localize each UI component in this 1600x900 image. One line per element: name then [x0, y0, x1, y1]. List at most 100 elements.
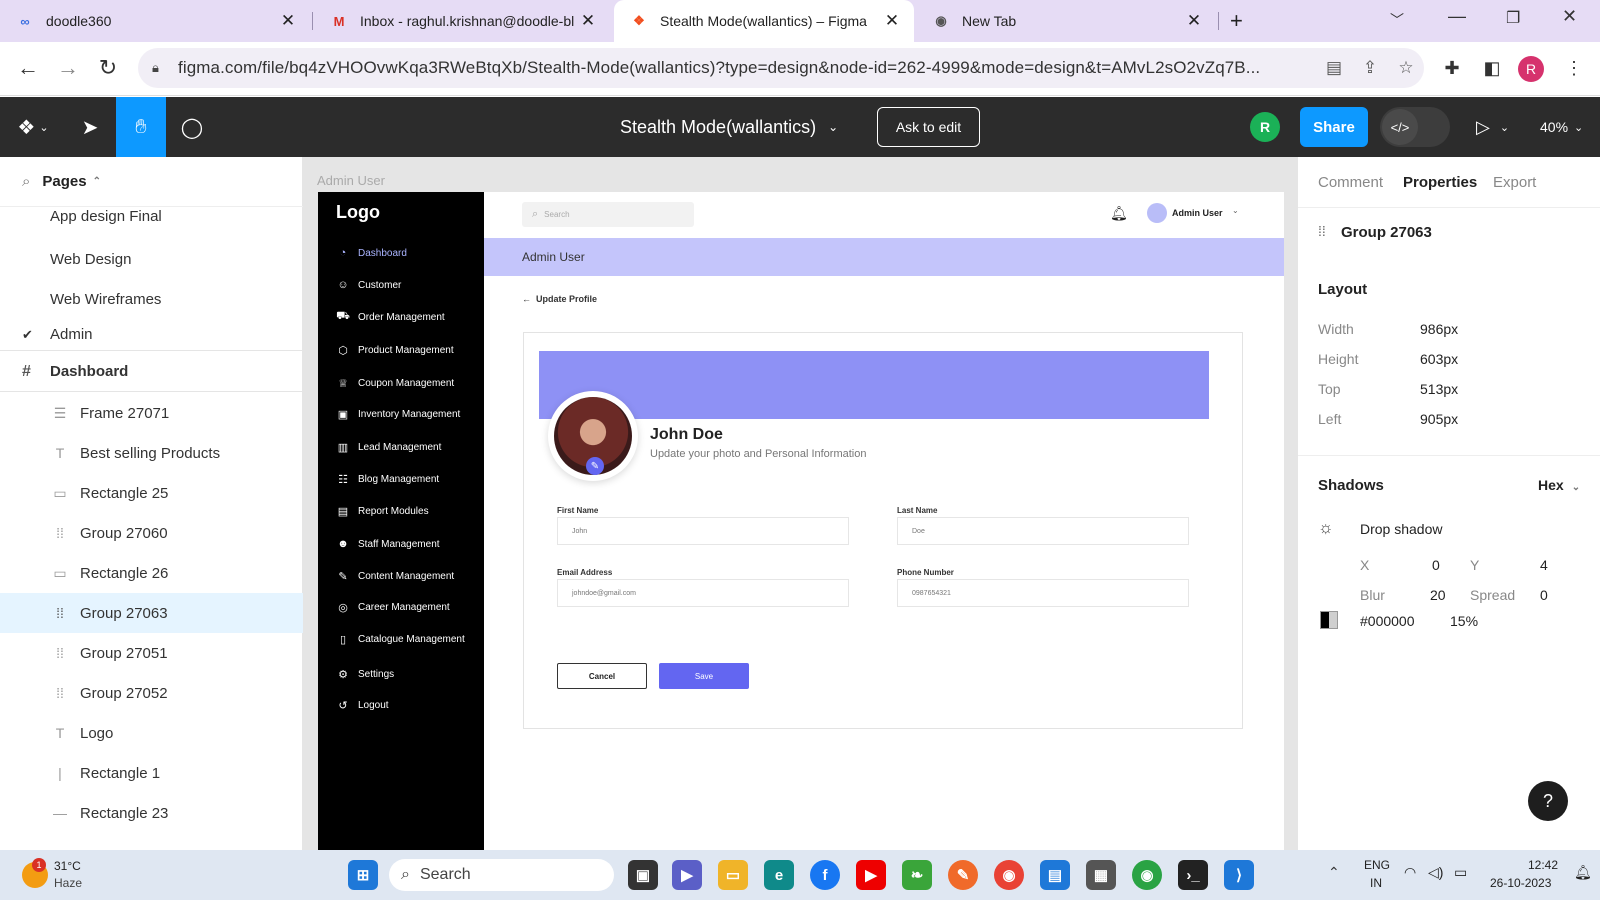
- layer-item[interactable]: ▭ Rectangle 25: [0, 473, 303, 513]
- chevron-down-icon[interactable]: ⌄: [1232, 206, 1239, 215]
- left-value[interactable]: 905px: [1420, 411, 1458, 427]
- nav-inventory-management[interactable]: ▣ Inventory Management: [336, 404, 460, 424]
- shadow-color-hex[interactable]: #000000: [1360, 613, 1415, 629]
- sun-shadow-icon[interactable]: ☼: [1318, 518, 1334, 538]
- layer-item[interactable]: ▭ Rectangle 26: [0, 553, 303, 593]
- file-explorer-icon[interactable]: ▭: [718, 860, 748, 890]
- url-field[interactable]: 🔒︎ figma.com/file/bq4zVHOOvwKqa3RWeBtqXb…: [138, 48, 1424, 88]
- clock-date[interactable]: 26-10-2023: [1490, 876, 1551, 890]
- window-close-button[interactable]: ✕: [1562, 6, 1577, 27]
- language[interactable]: ENG: [1364, 858, 1390, 872]
- layer-item[interactable]: ⁞⁞ Group 27060: [0, 513, 303, 553]
- windows-start-icon[interactable]: ⊞: [348, 860, 378, 890]
- last-name-field[interactable]: Doe: [897, 517, 1189, 545]
- volume-icon[interactable]: ◁): [1428, 864, 1443, 881]
- admin-user-frame[interactable]: Logo ◔ Dashboard ☺ Customer ⛟ Order Managem…: [318, 192, 1284, 850]
- shadow-spread-value[interactable]: 0: [1540, 587, 1548, 603]
- hand-tool-icon[interactable]: ✋︎: [116, 97, 166, 157]
- layer-item[interactable]: ⁞⁞ Group 27051: [0, 633, 303, 673]
- taskbar-search[interactable]: ⌕ Search: [389, 859, 614, 891]
- extensions-puzzle-icon[interactable]: ✚: [1434, 50, 1470, 86]
- tab-doodle360[interactable]: ∞ doodle360 ✕: [0, 0, 310, 42]
- nav-settings[interactable]: ⚙ Settings: [336, 664, 394, 684]
- shadow-x-value[interactable]: 0: [1432, 557, 1440, 573]
- weather-condition[interactable]: Haze: [54, 876, 82, 890]
- nav-logout[interactable]: ↺ Logout: [336, 695, 388, 715]
- tab-new-tab[interactable]: ◉ New Tab ✕: [916, 0, 1216, 42]
- shadow-y-value[interactable]: 4: [1540, 557, 1548, 573]
- present-button[interactable]: ▷ ⌄: [1476, 97, 1509, 157]
- app-leaf-icon[interactable]: ❧: [902, 860, 932, 890]
- save-button[interactable]: Save: [659, 663, 749, 689]
- tab-properties[interactable]: Properties: [1403, 157, 1477, 207]
- shadow-type[interactable]: Drop shadow: [1360, 521, 1443, 537]
- nav-order-management[interactable]: ⛟ Order Management: [336, 307, 445, 327]
- tab-export[interactable]: Export: [1493, 157, 1536, 207]
- nav-coupon-management[interactable]: ♕ Coupon Management: [336, 373, 454, 393]
- side-panel-icon[interactable]: ◧: [1474, 50, 1510, 86]
- forward-button[interactable]: →: [50, 50, 86, 86]
- terminal-icon[interactable]: ›_: [1178, 860, 1208, 890]
- nav-lead-management[interactable]: ▥ Lead Management: [336, 437, 442, 457]
- layer-item[interactable]: T Logo: [0, 713, 303, 753]
- help-button[interactable]: ?: [1528, 781, 1568, 821]
- file-title[interactable]: Stealth Mode(wallantics) ⌄: [620, 97, 838, 157]
- page-item[interactable]: Web Design: [0, 239, 303, 279]
- tab-gmail[interactable]: M Inbox - raghul.krishnan@doodle-bl ✕: [314, 0, 610, 42]
- browser-menu-icon[interactable]: ⋮: [1556, 50, 1592, 86]
- nav-blog-management[interactable]: ☷ Blog Management: [336, 469, 439, 489]
- color-swatch[interactable]: [1320, 611, 1338, 629]
- battery-icon[interactable]: ▭: [1454, 864, 1467, 881]
- zoom-dropdown[interactable]: 40% ⌄: [1540, 97, 1583, 157]
- restore-button[interactable]: ❐: [1506, 8, 1520, 28]
- calculator-icon[interactable]: ▦: [1086, 860, 1116, 890]
- tab-comment[interactable]: Comment: [1318, 157, 1383, 207]
- notepad-icon[interactable]: ▤: [1040, 860, 1070, 890]
- width-value[interactable]: 986px: [1420, 321, 1458, 337]
- wifi-icon[interactable]: ◠: [1404, 864, 1416, 881]
- teams-icon[interactable]: ▶: [672, 860, 702, 890]
- nav-content-management[interactable]: ✎ Content Management: [336, 566, 454, 586]
- figma-main-menu-icon[interactable]: ❖ ⌄: [8, 97, 58, 157]
- color-mode-dropdown[interactable]: Hex ⌄: [1538, 477, 1580, 493]
- region[interactable]: IN: [1370, 876, 1382, 890]
- chrome-icon[interactable]: ◉: [994, 860, 1024, 890]
- chevron-up-icon[interactable]: ⌃: [1328, 864, 1340, 881]
- page-item[interactable]: App design Final: [0, 199, 303, 233]
- clipboard-icon[interactable]: ▤: [1316, 58, 1352, 78]
- back-button[interactable]: ←: [10, 50, 46, 86]
- user-avatar[interactable]: [1147, 203, 1167, 223]
- height-value[interactable]: 603px: [1420, 351, 1458, 367]
- youtube-icon[interactable]: ▶: [856, 860, 886, 890]
- profile-avatar[interactable]: R: [1518, 56, 1544, 82]
- first-name-field[interactable]: John: [557, 517, 849, 545]
- nav-career-management[interactable]: ◎ Career Management: [336, 597, 450, 617]
- task-view-icon[interactable]: ▣: [628, 860, 658, 890]
- chrome-profile-icon[interactable]: ◉: [1132, 860, 1162, 890]
- new-tab-button[interactable]: +: [1230, 8, 1243, 34]
- layer-item[interactable]: T Best selling Products: [0, 433, 303, 473]
- close-icon[interactable]: ✕: [880, 11, 904, 31]
- frame-label[interactable]: Admin User: [317, 173, 385, 188]
- app-search-input[interactable]: ⌕ Search: [522, 202, 694, 227]
- comment-tool-icon[interactable]: ◯: [170, 97, 214, 157]
- close-icon[interactable]: ✕: [276, 11, 300, 31]
- shadow-opacity[interactable]: 15%: [1450, 613, 1478, 629]
- bookmark-star-icon[interactable]: ☆: [1388, 58, 1424, 78]
- minimize-button[interactable]: —: [1448, 6, 1466, 27]
- edge-icon[interactable]: e: [764, 860, 794, 890]
- move-tool-icon[interactable]: ➤: [70, 97, 110, 157]
- layer-item[interactable]: | Rectangle 1: [0, 753, 303, 793]
- nav-report-modules[interactable]: ▤ Report Modules: [336, 501, 429, 521]
- facebook-icon[interactable]: f: [810, 860, 840, 890]
- collaborator-avatar[interactable]: R: [1250, 112, 1280, 142]
- clock-time[interactable]: 12:42: [1528, 858, 1558, 872]
- layer-item[interactable]: — Rectangle 23: [0, 793, 303, 833]
- layer-item-selected[interactable]: ⁞⁞ Group 27063: [0, 593, 303, 633]
- nav-catalogue-management[interactable]: ▯ Catalogue Management: [336, 629, 465, 649]
- reload-button[interactable]: ↻: [90, 50, 126, 86]
- top-value[interactable]: 513px: [1420, 381, 1458, 397]
- update-profile-back-link[interactable]: ← Update Profile: [522, 294, 597, 304]
- cancel-button[interactable]: Cancel: [557, 663, 647, 689]
- nav-staff-management[interactable]: ☻ Staff Management: [336, 534, 439, 554]
